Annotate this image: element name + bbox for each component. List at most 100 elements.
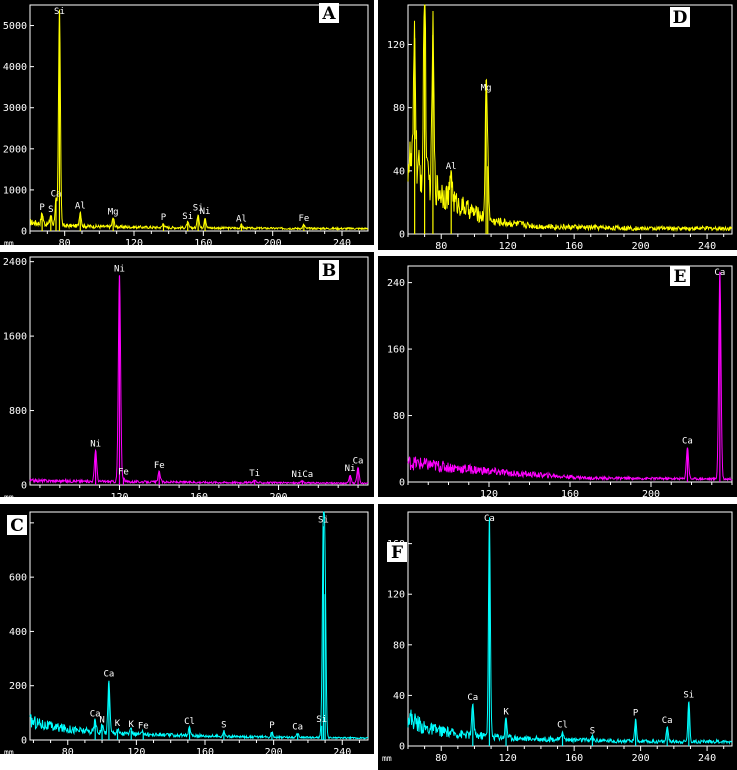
y-tick-label: 40: [393, 166, 405, 177]
y-tick-label: 600: [9, 573, 27, 584]
peak-label: Ni: [200, 207, 211, 217]
peak-label: P: [633, 708, 639, 718]
spectrum-trace: [29, 275, 369, 485]
x-unit-label: mm: [4, 239, 14, 245]
peak-label: Ni: [114, 265, 125, 275]
peak-label: Fe: [298, 214, 309, 224]
peak-label: S: [590, 726, 595, 736]
peak-label: S: [221, 721, 226, 731]
peak-label: Ca: [714, 268, 725, 278]
y-tick-label: 120: [387, 590, 405, 601]
x-tick-label: 160: [565, 241, 583, 250]
x-tick-label: 160: [196, 747, 214, 754]
peak-label: Al: [236, 214, 247, 224]
x-tick-label: 120: [125, 238, 143, 245]
x-tick-label: 80: [62, 747, 74, 754]
spectrum-panel-B: 080016002400120160200mmNiNiFeFeTiNiCaNiC…: [0, 252, 374, 497]
y-tick-label: 240: [387, 278, 405, 289]
panel-letter: D: [673, 8, 688, 28]
spectrum-svg-F: 0408012016080120160200240mmCaCaKClSPCaSi…: [382, 511, 733, 764]
x-tick-label: 200: [632, 753, 650, 764]
spectrum-svg-E: 0 80 160 240 120 160 200 Ca Ca E: [387, 265, 733, 497]
spectrum-trace: [407, 517, 733, 745]
y-tick-label: 3000: [3, 103, 27, 114]
peak-label: Cl: [557, 721, 568, 731]
peak-label: K: [115, 719, 121, 729]
peak-label: P: [269, 721, 275, 731]
x-tick-label: 120: [499, 241, 517, 250]
spectrum-svg-B: 080016002400120160200mmNiNiFeFeTiNiCaNiC…: [3, 256, 369, 497]
y-tick-label: 120: [387, 40, 405, 51]
peak-label: Ni: [90, 439, 101, 449]
plot-frame: [29, 4, 369, 232]
x-tick-label: 80: [435, 753, 447, 764]
spectrum-panel-F: 0408012016080120160200240mmCaCaKClSPCaSi…: [378, 504, 737, 770]
y-tick-label: 2400: [3, 257, 27, 268]
peak-label: K: [129, 720, 135, 730]
y-tick-label: 0: [399, 742, 405, 753]
panel-letter: A: [321, 4, 336, 24]
peak-label: Si: [683, 691, 694, 701]
y-tick-label: 1600: [3, 332, 27, 343]
spectrum-panel-D: 0 40 80 120 80 120 160 200 240 Al Mg D: [378, 0, 737, 250]
peak-label: Ti: [249, 469, 260, 479]
spectrum-svg-D: 0 40 80 120 80 120 160 200 240 Al Mg D: [387, 4, 733, 250]
plot-frame: [407, 511, 733, 747]
x-tick-label: 200: [269, 492, 287, 497]
x-tick-label: 160: [190, 492, 208, 497]
x-unit-label: mm: [382, 754, 392, 763]
peak-label: Si: [318, 515, 329, 525]
x-tick-label: 120: [110, 492, 128, 497]
peak-label: Si: [316, 715, 327, 725]
spectrum-panel-E: 0 80 160 240 120 160 200 Ca Ca E: [378, 256, 737, 497]
x-tick-label: 120: [127, 747, 145, 754]
y-tick-label: 0: [21, 227, 27, 238]
y-tick-label: 0: [21, 481, 27, 492]
x-tick-label: 240: [333, 747, 351, 754]
x-tick-label: 120: [499, 753, 517, 764]
x-tick-label: 240: [698, 241, 716, 250]
peak-label: Ca: [353, 457, 364, 467]
peak-label: Fe: [118, 468, 129, 478]
peak-label: N: [99, 716, 104, 726]
y-tick-label: 0: [399, 230, 405, 241]
peak-label: Ca: [484, 514, 495, 524]
peak-label: Ca: [662, 716, 673, 726]
spectrum-trace: [407, 4, 733, 232]
x-unit-label: mm: [4, 493, 14, 497]
x-tick-label: 240: [698, 753, 716, 764]
x-tick-label: 80: [59, 238, 71, 245]
y-tick-label: 80: [393, 640, 405, 651]
peak-label: Ca: [292, 723, 303, 733]
y-tick-label: 2000: [3, 144, 27, 155]
peak-label: P: [39, 203, 45, 213]
panel-letter: F: [391, 543, 403, 563]
panel-letter: B: [322, 261, 336, 281]
panel-letter: E: [674, 267, 687, 287]
peak-label: Mg: [481, 83, 492, 93]
peak-label: Ca: [104, 670, 115, 680]
peak-label: P: [161, 213, 167, 223]
spectrum-trace: [29, 511, 369, 741]
peak-label: Ca: [682, 437, 693, 447]
plot-frame: [29, 511, 369, 741]
x-tick-label: 80: [435, 241, 447, 250]
peak-label: K: [503, 707, 509, 717]
x-tick-label: 240: [333, 238, 351, 245]
peak-label: Cl: [184, 717, 195, 727]
panel-letter: C: [10, 516, 24, 536]
x-tick-label: 200: [264, 238, 282, 245]
y-tick-label: 0: [21, 736, 27, 747]
peak-label: Mg: [108, 207, 119, 217]
y-tick-label: 800: [9, 406, 27, 417]
spectrum-trace: [407, 272, 733, 482]
y-tick-label: 4000: [3, 62, 27, 73]
y-tick-label: 160: [387, 345, 405, 356]
x-tick-label: 200: [632, 241, 650, 250]
y-tick-label: 40: [393, 691, 405, 702]
peak-label: Ca: [467, 693, 478, 703]
plot-frame: [407, 265, 733, 483]
peak-label: S: [48, 205, 53, 215]
x-tick-label: 160: [565, 753, 583, 764]
x-tick-label: 160: [194, 238, 212, 245]
